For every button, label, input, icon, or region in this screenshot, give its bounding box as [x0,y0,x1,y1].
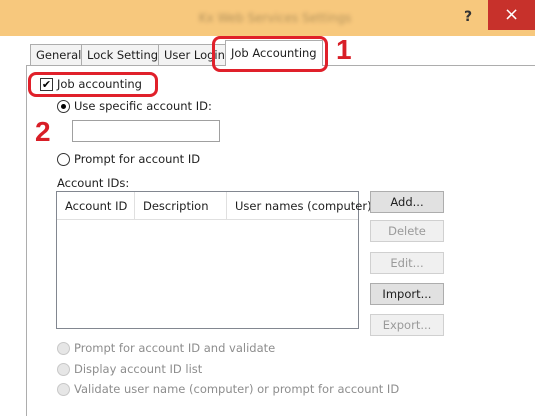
delete-button[interactable]: Delete [370,220,444,242]
close-icon: × [503,4,520,25]
import-button[interactable]: Import... [370,283,444,305]
column-header-account-id[interactable]: Account ID [57,192,135,220]
use-specific-account-radio[interactable] [57,100,70,113]
step-1-callout: 1 [336,34,352,65]
validate-user-label[interactable]: Validate user name (computer) or prompt … [74,381,399,397]
prompt-validate-radio[interactable] [57,342,70,355]
use-specific-account-label[interactable]: Use specific account ID: [74,98,212,114]
tab-lock-settings[interactable]: Lock Settings [81,44,171,65]
display-list-label[interactable]: Display account ID list [74,361,202,377]
account-ids-table[interactable]: Account ID Description User names (compu… [56,191,372,329]
step-2-callout: 2 [35,116,51,147]
dialog-content: General Lock Settings User Login Job Acc… [0,36,535,416]
column-header-description[interactable]: Description [135,192,227,220]
help-button[interactable]: ? [456,5,480,29]
title-bar[interactable]: Kx Web Services Settings ? × [0,0,535,36]
validate-user-radio[interactable] [57,383,70,396]
help-icon: ? [463,9,473,25]
display-list-radio[interactable] [57,363,70,376]
highlight-job-accounting-tab [212,36,328,72]
tab-general[interactable]: General [30,44,88,65]
check-icon: ✔ [41,78,52,91]
account-id-input[interactable] [72,120,220,142]
close-button[interactable]: × [488,0,535,30]
edit-button[interactable]: Edit... [370,252,444,274]
column-header-user-names[interactable]: User names (computer) [227,192,372,220]
job-accounting-dialog: Kx Web Services Settings ? × General Loc… [0,0,535,416]
add-button[interactable]: Add... [370,191,444,213]
prompt-account-label[interactable]: Prompt for account ID [74,151,200,167]
prompt-validate-label[interactable]: Prompt for account ID and validate [74,340,275,356]
job-accounting-checkbox[interactable]: ✔ [40,78,53,91]
export-button[interactable]: Export... [370,314,444,336]
window-title: Kx Web Services Settings [198,11,352,25]
prompt-account-radio[interactable] [57,153,70,166]
account-ids-label: Account IDs: [57,176,130,190]
job-accounting-label[interactable]: Job accounting [57,76,142,92]
